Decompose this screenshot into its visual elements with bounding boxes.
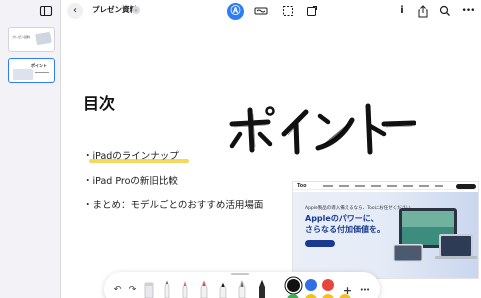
add-icon[interactable]: +	[342, 285, 353, 296]
sticky-note-icon	[307, 6, 317, 16]
eraser-icon[interactable]	[143, 279, 155, 298]
thumbnail-bullets	[35, 72, 49, 73]
more-icon[interactable]: •••	[359, 285, 370, 296]
pasted-web-screenshot[interactable]: Too Apple製品の導入備えるなら、Tooにお任せください Appleのパワ…	[292, 181, 479, 279]
back-button[interactable]: ‹	[67, 3, 83, 19]
color-swatch-black[interactable]	[287, 279, 300, 292]
info-icon: i	[400, 5, 404, 16]
web-headline-line-1: Appleのパワーに、	[305, 214, 379, 223]
pen-tool-button[interactable]: Ⓐ	[227, 3, 244, 20]
pen-red-icon[interactable]	[180, 280, 190, 298]
web-cta-button	[305, 240, 335, 247]
search-icon	[439, 5, 450, 16]
share-icon	[418, 4, 428, 17]
web-nav-bar: Too	[293, 182, 478, 190]
document-title[interactable]: プレゼン資料	[92, 4, 137, 16]
thumbnail-ipad-image	[35, 31, 52, 46]
web-nav-button	[456, 183, 476, 189]
brush-icon[interactable]	[217, 280, 229, 298]
lasso-select-icon	[283, 6, 293, 16]
toolbar-grab-handle[interactable]	[231, 273, 249, 275]
black-pen-icon[interactable]	[256, 279, 268, 298]
redo-icon[interactable]: ↷	[127, 285, 138, 296]
chevron-left-icon: ‹	[73, 5, 77, 16]
top-toolbar: ‹ プレゼン資料 ⌄ Ⓐ i •••	[0, 0, 481, 22]
share-button[interactable]	[415, 3, 431, 19]
page-thumbnail-label: ポイント	[31, 63, 47, 68]
more-icon: •••	[461, 6, 476, 16]
sticky-note-button[interactable]	[304, 3, 320, 19]
web-headline-line-2: さらなる付加価値を。	[305, 225, 385, 234]
pen-tool-icon: Ⓐ	[230, 5, 241, 17]
page-sidebar: プレゼン資料 ポイント	[0, 0, 61, 298]
app-window: プレゼン資料 ポイント ‹ プレゼン資料 ⌄ Ⓐ i ••• 目次 ・iPadの…	[0, 0, 481, 298]
web-nav-links	[323, 185, 443, 187]
bullet-item: ・iPad Proの新旧比較	[83, 176, 178, 187]
color-swatch-blue[interactable]	[305, 279, 317, 291]
page-thumbnail-1[interactable]: プレゼン資料	[8, 27, 55, 52]
chevron-down-icon[interactable]: ⌄	[132, 6, 140, 14]
color-swatch-red[interactable]	[322, 279, 334, 291]
web-subtitle: Apple製品の導入備えるなら、Tooにお任せください	[305, 206, 411, 211]
handwritten-art[interactable]	[228, 102, 416, 158]
shape-recognition-icon	[254, 7, 268, 15]
lasso-select-button[interactable]	[280, 3, 296, 19]
web-logo: Too	[297, 183, 307, 189]
thumbnail-screenshot-image	[13, 69, 33, 80]
bullet-item: ・まとめ：モデルごとのおすすめ活用場面	[83, 200, 264, 211]
shape-recognition-button[interactable]	[253, 3, 269, 19]
page-thumbnail-label: プレゼン資料	[12, 35, 31, 39]
marker-icon[interactable]	[198, 280, 210, 298]
more-button[interactable]: •••	[460, 3, 476, 19]
toc-title: 目次	[83, 94, 116, 113]
fountain-pen-icon[interactable]	[236, 279, 248, 298]
bullet-item: ・iPadのラインナップ	[83, 151, 179, 162]
search-button[interactable]	[437, 3, 453, 19]
undo-icon[interactable]: ↶	[112, 285, 123, 296]
pencil-icon[interactable]	[162, 280, 172, 298]
device-lineup-image	[393, 208, 477, 262]
info-button[interactable]: i	[394, 3, 410, 19]
page-thumbnail-2[interactable]: ポイント	[8, 58, 55, 83]
